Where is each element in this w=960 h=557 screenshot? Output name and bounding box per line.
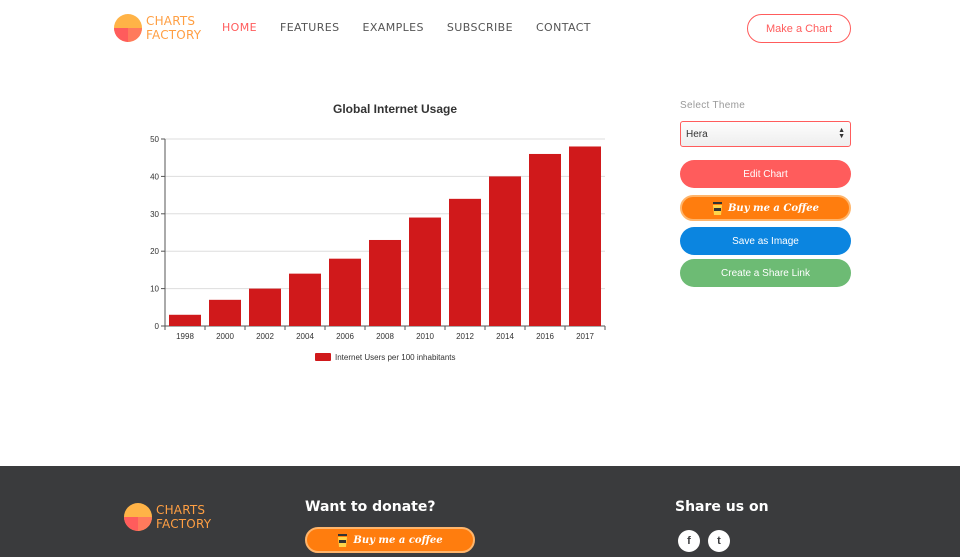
y-tick-label: 20 xyxy=(150,247,159,256)
y-tick-label: 40 xyxy=(150,172,159,181)
bar-2010 xyxy=(409,217,441,326)
x-tick-label: 2002 xyxy=(256,332,274,341)
select-arrows-icon: ▲ ▼ xyxy=(838,127,845,140)
legend-label: Internet Users per 100 inhabitants xyxy=(335,353,456,362)
twitter-icon[interactable]: t xyxy=(708,530,730,552)
nav-home[interactable]: HOME xyxy=(222,21,257,34)
bar-2000 xyxy=(209,299,241,326)
bar-2014 xyxy=(489,176,521,326)
chart-options-panel: Select Theme Hera ▲ ▼ Edit Chart Buy me a… xyxy=(680,100,851,287)
y-tick-label: 10 xyxy=(150,285,159,294)
bar-2006 xyxy=(329,258,361,326)
footer-coffee-button[interactable]: Buy me a coffee xyxy=(305,527,475,553)
x-tick-label: 1998 xyxy=(176,332,194,341)
nav-subscribe[interactable]: SUBSCRIBE xyxy=(447,21,513,34)
theme-label: Select Theme xyxy=(680,100,746,111)
header: CHARTS FACTORY HOME FEATURES EXAMPLES SU… xyxy=(0,0,960,56)
x-tick-label: 2006 xyxy=(336,332,354,341)
y-tick-label: 0 xyxy=(155,322,160,331)
bar-2002 xyxy=(249,288,281,326)
facebook-icon[interactable]: f xyxy=(678,530,700,552)
nav-examples[interactable]: EXAMPLES xyxy=(362,21,423,34)
x-tick-label: 2014 xyxy=(496,332,514,341)
footer: CHARTS FACTORY Want to donate? Buy me a … xyxy=(0,466,960,557)
x-tick-label: 2016 xyxy=(536,332,554,341)
coffee-cup-icon xyxy=(712,201,723,215)
y-tick-label: 30 xyxy=(150,210,159,219)
footer-logo-icon xyxy=(123,502,153,532)
main-nav: HOME FEATURES EXAMPLES SUBSCRIBE CONTACT xyxy=(222,21,614,34)
footer-logo[interactable]: CHARTS FACTORY xyxy=(123,502,211,532)
logo-icon xyxy=(113,13,143,43)
legend-swatch xyxy=(315,353,331,361)
x-tick-label: 2004 xyxy=(296,332,314,341)
bar-1998 xyxy=(169,314,201,326)
bar-2004 xyxy=(289,273,321,326)
y-tick-label: 50 xyxy=(150,135,159,144)
nav-contact[interactable]: CONTACT xyxy=(536,21,591,34)
theme-select[interactable]: Hera ▲ ▼ xyxy=(680,121,851,147)
edit-chart-button[interactable]: Edit Chart xyxy=(680,160,851,188)
logo-text: CHARTS FACTORY xyxy=(146,14,201,42)
bar-2012 xyxy=(449,198,481,326)
bar-2017 xyxy=(569,146,601,326)
footer-coffee-cup-icon xyxy=(337,533,348,547)
chart-title: Global Internet Usage xyxy=(333,102,457,116)
x-tick-label: 2000 xyxy=(216,332,234,341)
theme-select-value: Hera xyxy=(686,128,708,140)
save-image-button[interactable]: Save as Image xyxy=(680,227,851,255)
bar-2016 xyxy=(529,153,561,326)
footer-logo-line1: CHARTS xyxy=(156,503,206,517)
x-tick-label: 2008 xyxy=(376,332,394,341)
footer-coffee-label: Buy me a coffee xyxy=(353,534,443,546)
bar-2008 xyxy=(369,239,401,326)
logo[interactable]: CHARTS FACTORY xyxy=(113,13,201,43)
footer-logo-line2: FACTORY xyxy=(156,517,212,531)
make-chart-button[interactable]: Make a Chart xyxy=(747,14,851,43)
buy-coffee-label: Buy me a Coffee xyxy=(727,202,820,214)
logo-line2: FACTORY xyxy=(146,28,202,42)
bar-chart: Global Internet Usage 0 10 20 30 40 50 1998 2000… xyxy=(150,102,606,362)
share-title: Share us on xyxy=(675,499,769,515)
footer-logo-text: CHARTS FACTORY xyxy=(156,503,211,531)
chart-container: Global Internet Usage 0 10 20 30 40 50 1998 2000… xyxy=(130,95,620,375)
logo-line1: CHARTS xyxy=(146,14,196,28)
x-tick-label: 2012 xyxy=(456,332,474,341)
donate-title: Want to donate? xyxy=(305,499,436,515)
x-tick-label: 2017 xyxy=(576,332,594,341)
buy-coffee-button[interactable]: Buy me a Coffee xyxy=(680,195,851,221)
share-link-button[interactable]: Create a Share Link xyxy=(680,259,851,287)
x-tick-label: 2010 xyxy=(416,332,434,341)
nav-features[interactable]: FEATURES xyxy=(280,21,340,34)
